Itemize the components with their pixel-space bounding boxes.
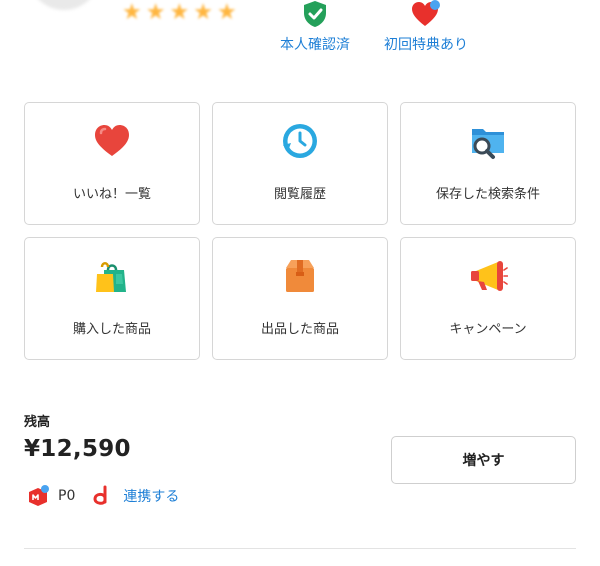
points-value: P0 [58, 488, 76, 504]
star-icon: ★ [122, 0, 142, 25]
clock-history-icon [283, 124, 317, 158]
heart-icon [412, 0, 440, 26]
increase-balance-button[interactable]: 増やす [391, 436, 576, 484]
campaigns-tile[interactable]: キャンペーン [400, 237, 576, 360]
star-icon: ★ [145, 0, 166, 25]
tile-label: キャンペーン [449, 322, 527, 337]
tile-label: いいね！一覧 [72, 187, 151, 202]
tile-label: 保存した検索条件 [435, 187, 540, 202]
points-row: P0 連携する [26, 484, 179, 508]
section-divider [24, 548, 576, 549]
tile-label: 閲覧履歴 [273, 187, 326, 202]
balance-title: 残高 [24, 415, 51, 430]
menu-grid: いいね！一覧 閲覧履歴 保存した検索条件 購入した商品 出品した商品 キャンペー… [24, 102, 576, 360]
tile-label: 購入した商品 [72, 322, 151, 337]
first-benefit-label: 初回特典あり [384, 37, 468, 53]
tile-label: 出品した商品 [260, 322, 339, 337]
mercari-points-icon [29, 485, 49, 506]
star-icon: ★ [169, 0, 190, 25]
browsing-history-tile[interactable]: 閲覧履歴 [212, 102, 388, 225]
d-point-icon [93, 485, 107, 505]
verified-badge-label: 本人確認済 [280, 37, 350, 53]
balance-amount: ¥12,590 [24, 436, 131, 462]
rating-stars: ★ ★ ★ ★ ★ [122, 2, 237, 24]
shield-check-icon [304, 1, 326, 27]
shopping-bag-icon [96, 262, 126, 292]
link-account-link[interactable]: 連携する [123, 486, 179, 506]
rating-count-blurred[interactable] [178, 34, 198, 48]
heart-icon [95, 125, 129, 156]
megaphone-icon [471, 261, 508, 291]
verified-badge[interactable]: 本人確認済 [272, 0, 358, 54]
avatar[interactable] [28, 0, 100, 10]
folder-search-icon [472, 129, 504, 159]
star-icon: ★ [193, 0, 213, 25]
star-icon: ★ [216, 0, 237, 25]
first-benefit-badge[interactable]: 初回特典あり [376, 0, 476, 54]
purchased-items-tile[interactable]: 購入した商品 [24, 237, 200, 360]
likes-list-tile[interactable]: いいね！一覧 [24, 102, 200, 225]
box-icon [286, 260, 314, 292]
listed-items-tile[interactable]: 出品した商品 [212, 237, 388, 360]
saved-searches-tile[interactable]: 保存した検索条件 [400, 102, 576, 225]
